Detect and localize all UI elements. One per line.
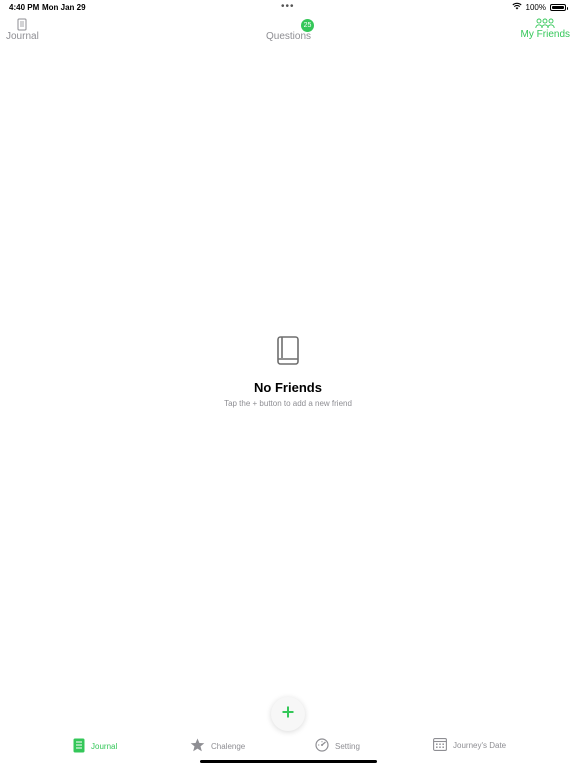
bottom-tab-challenge-label: Chalenge	[211, 741, 246, 751]
battery-percent: 100%	[525, 2, 546, 12]
plus-icon	[281, 705, 295, 724]
top-tab-my-friends-label: My Friends	[520, 29, 570, 40]
questions-badge: 25	[301, 19, 314, 32]
home-indicator[interactable]	[200, 760, 377, 763]
top-tab-questions[interactable]: Questions	[266, 31, 311, 42]
battery-icon	[550, 3, 568, 11]
status-time: 4:40 PM	[9, 3, 40, 12]
wifi-icon	[511, 2, 522, 12]
bottom-tab-journal[interactable]: Journal	[73, 738, 117, 755]
book-icon	[276, 336, 300, 370]
gauge-icon	[315, 738, 329, 754]
add-friend-button[interactable]	[271, 697, 305, 731]
bottom-tab-challenge[interactable]: Chalenge	[190, 738, 245, 754]
status-right: 100%	[511, 2, 568, 12]
bottom-tab-setting[interactable]: Setting	[315, 738, 360, 754]
top-tab-my-friends[interactable]: My Friends	[521, 18, 570, 40]
battery-fill	[552, 5, 564, 9]
top-tab-journal[interactable]: Journal	[6, 18, 39, 42]
top-tab-questions-label: Questions	[266, 31, 312, 42]
bottom-tab-journeys-date-label: Journey's Date	[453, 741, 507, 750]
people-icon	[535, 18, 555, 29]
journal-icon	[73, 738, 85, 755]
multitasking-dots[interactable]: •••	[281, 1, 295, 12]
status-bar: 4:40 PM Mon Jan 29 ••• 100%	[0, 0, 576, 16]
bottom-tab-setting-label: Setting	[335, 741, 360, 751]
top-tab-journal-label: Journal	[6, 31, 39, 42]
star-icon	[190, 738, 205, 754]
empty-title: No Friends	[254, 380, 322, 395]
calendar-icon	[433, 738, 447, 753]
bottom-tab-journal-label: Journal	[91, 742, 118, 751]
empty-state: No Friends Tap the + button to add a new…	[0, 336, 576, 408]
bottom-tab-journeys-date[interactable]: Journey's Date	[433, 738, 506, 753]
notebook-icon	[16, 18, 28, 31]
empty-subtitle: Tap the + button to add a new friend	[224, 399, 352, 408]
status-date: Mon Jan 29	[42, 3, 86, 12]
